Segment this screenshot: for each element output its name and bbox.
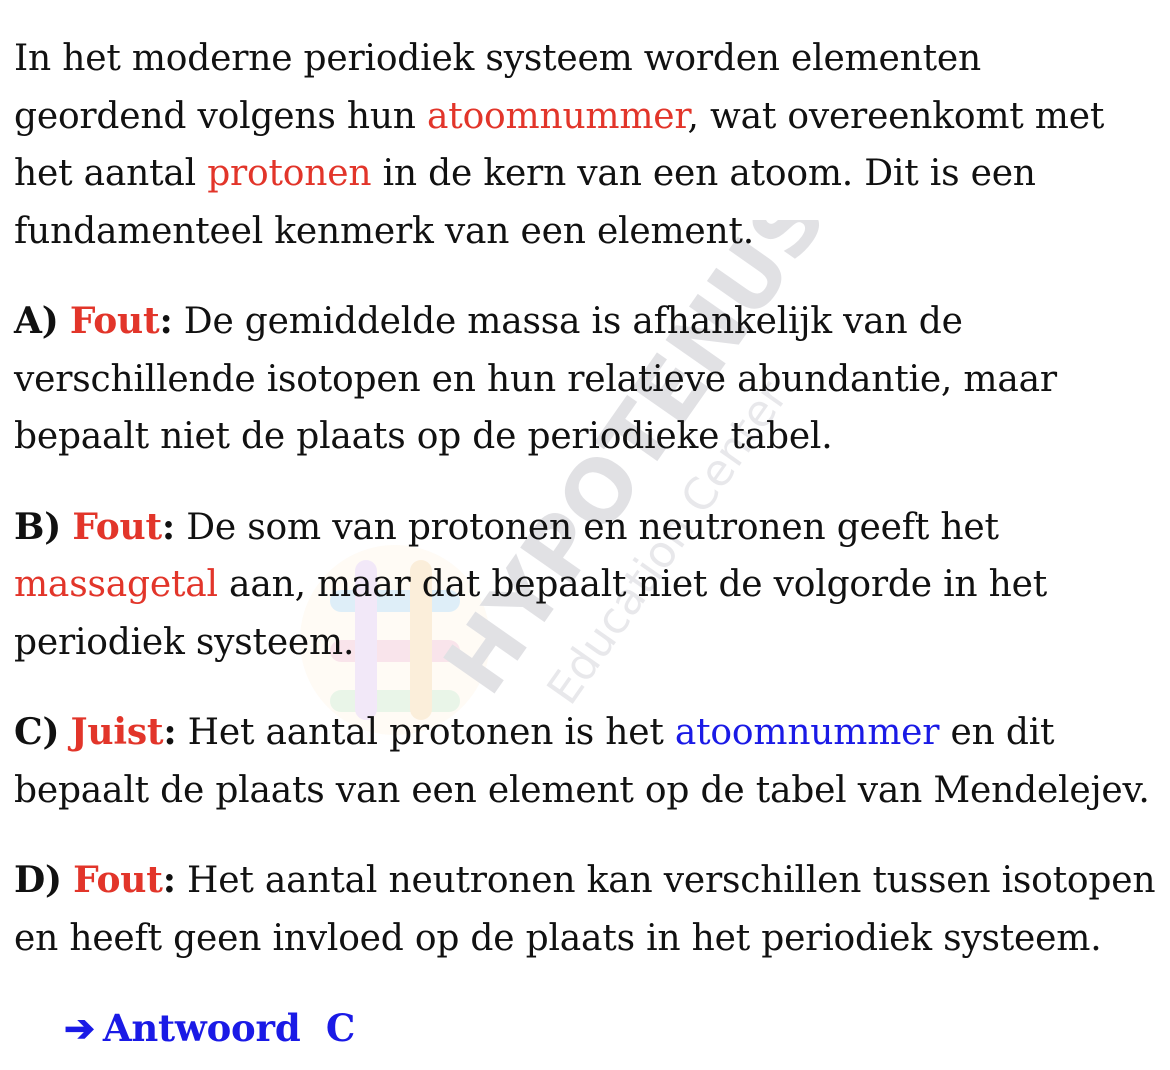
option-a: A) Fout: De gemiddelde massa is afhankel… (14, 293, 1159, 466)
option-d: D) Fout: Het aantal neutronen kan versch… (14, 852, 1159, 967)
option-d-colon: : (162, 859, 176, 901)
intro-highlight-atoomnummer: atoomnummer (427, 95, 688, 137)
intro-highlight-protonen: protonen (207, 153, 372, 194)
option-c: C) Juist: Het aantal protonen is het ato… (14, 704, 1159, 819)
option-c-letter: C) (14, 711, 60, 753)
option-c-highlight: atoomnummer (674, 712, 940, 753)
option-d-text: Het aantal neutronen kan verschillen tus… (14, 860, 1156, 959)
explanation-content: In het moderne periodiek systeem worden … (14, 30, 1159, 1058)
option-c-text-before: Het aantal protonen is het (176, 712, 675, 753)
answer-label: Antwoord C (102, 1006, 356, 1050)
option-b-text-before: De som van protonen en neutronen geeft h… (175, 506, 999, 548)
option-b-letter: B) (14, 505, 62, 548)
intro-paragraph: In het moderne periodiek systeem worden … (14, 30, 1159, 260)
option-b: B) Fout: De som van protonen en neutrone… (14, 499, 1159, 672)
option-b-verdict: Fout (72, 505, 162, 548)
arrow-right-icon: ➔ (64, 1006, 95, 1050)
option-a-verdict: Fout (69, 300, 160, 342)
option-d-verdict: Fout (73, 859, 163, 901)
option-b-highlight: massagetal (14, 564, 218, 605)
option-c-colon: : (163, 711, 177, 753)
option-b-colon: : (161, 505, 176, 548)
option-d-letter: D) (14, 859, 62, 901)
answer-line: ➔ Antwoord C (14, 1000, 1159, 1058)
option-c-verdict: Juist (70, 711, 164, 753)
option-a-colon: : (159, 300, 173, 342)
option-a-letter: A) (14, 300, 59, 342)
